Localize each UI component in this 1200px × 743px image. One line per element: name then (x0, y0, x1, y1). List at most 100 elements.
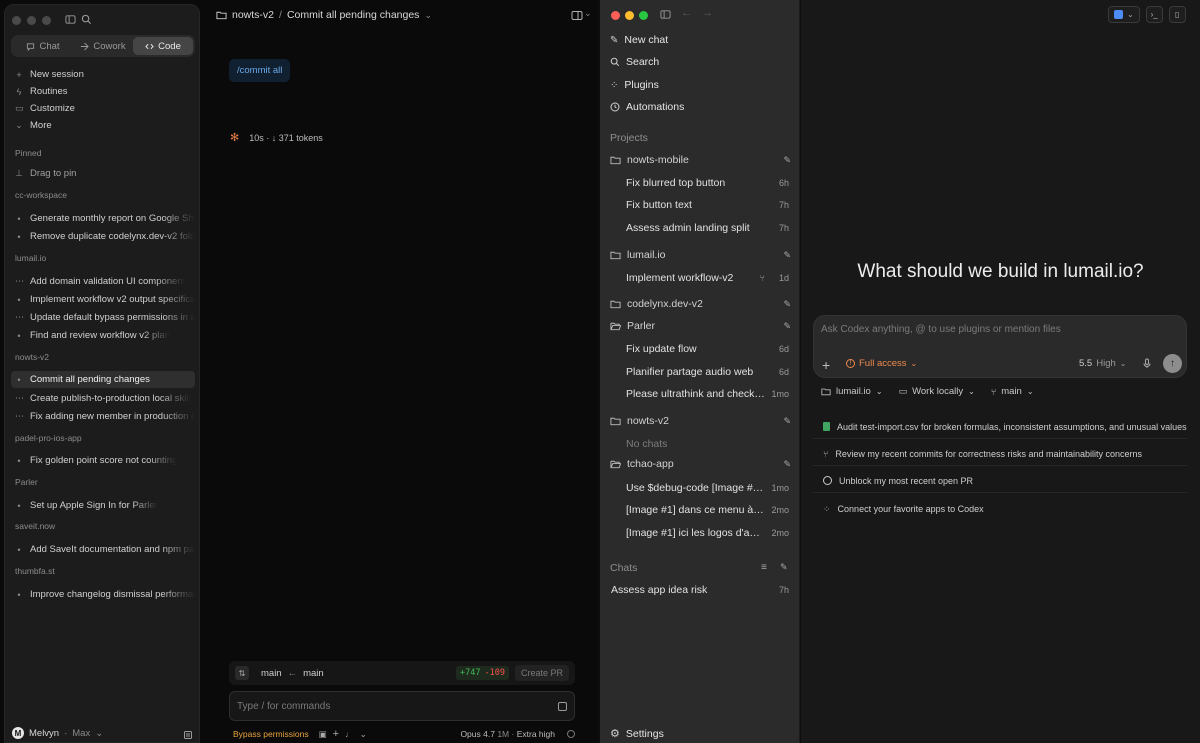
session-item[interactable]: ⋯ Create publish-to-production local skil… (11, 390, 195, 407)
sidebar-toggle-icon[interactable] (660, 8, 671, 20)
plan-label: Max (72, 727, 91, 739)
plus-icon[interactable]: + (333, 728, 339, 740)
session-item[interactable]: • Find and review workflow v2 plan (11, 327, 195, 344)
project-nowts-mobile[interactable]: nowts-mobile ✎ (610, 154, 791, 166)
session-item[interactable]: • Improve changelog dismissal performance (11, 586, 195, 603)
project-name: nowts-v2 (232, 9, 275, 21)
window-minimize-button[interactable] (625, 11, 634, 20)
running-icon: ⋯ (15, 393, 24, 403)
new-chat-in-project-icon[interactable]: ✎ (783, 155, 791, 166)
new-chat-in-project-icon[interactable]: ✎ (783, 416, 791, 427)
search-button[interactable]: Search (610, 56, 659, 68)
chat-item[interactable]: Fix update flow 6d (626, 343, 789, 355)
tab-code[interactable]: Code (133, 37, 193, 55)
new-chat-in-project-icon[interactable]: ✎ (783, 250, 791, 261)
git-branch-icon: ⑂ (823, 448, 829, 459)
new-chat-in-project-icon[interactable]: ✎ (783, 299, 791, 310)
user-menu[interactable]: M Melvyn · Max ⌄ (12, 727, 103, 739)
context-size: 1M (497, 729, 510, 739)
session-item[interactable]: • Fix golden point score not counting (11, 452, 195, 469)
chat-item[interactable]: Please ultrathink and check the code1mo (626, 388, 789, 400)
session-item[interactable]: • Implement workflow v2 output specificat… (11, 291, 195, 308)
new-chat-icon[interactable]: ✎ (780, 562, 788, 573)
plugins-button[interactable]: ⁘ Plugins (610, 79, 659, 91)
session-item[interactable]: ⋯ Add domain validation UI component (11, 273, 195, 290)
session-item[interactable]: • Set up Apple Sign In for Parler (11, 497, 195, 514)
forward-arrow-icon[interactable]: → (702, 7, 713, 19)
app-switcher-button[interactable]: ⌄ (1108, 6, 1140, 23)
more-button[interactable]: ⌄ More (11, 117, 195, 134)
back-arrow-icon[interactable]: ← (681, 7, 692, 19)
create-pr-button[interactable]: Create PR (514, 665, 569, 681)
send-button[interactable]: ↑ (1163, 354, 1182, 373)
mic-icon[interactable] (1142, 357, 1152, 369)
suggestion-item[interactable]: ⑂ Review my recent commits for correctne… (813, 442, 1187, 466)
panel-toggle-icon[interactable] (571, 9, 583, 21)
chat-item[interactable]: [Image #1] ici les logos d'apps 2mo (626, 527, 789, 539)
window-close-button[interactable] (611, 11, 620, 20)
customize-button[interactable]: ▭ Customize (11, 100, 195, 117)
window-zoom-button[interactable] (42, 16, 51, 25)
suggestion-item[interactable]: Unblock my most recent open PR (813, 469, 1187, 493)
access-level-dropdown[interactable]: ! Full access ⌄ (846, 358, 917, 369)
project-selector[interactable]: lumail.io ⌄ (821, 386, 883, 397)
window-minimize-button[interactable] (27, 16, 36, 25)
permission-mode-button[interactable]: Bypass permissions (233, 729, 309, 739)
prompt-placeholder[interactable]: Ask Codex anything, @ to use plugins or … (821, 324, 1061, 335)
suggestion-item[interactable]: Audit test-import.csv for broken formula… (813, 415, 1187, 439)
left-sidebar: Chat Cowork Code + New session ϟ Routines … (4, 4, 200, 743)
suggestion-item[interactable]: ⁘ Connect your favorite apps to Codex (813, 497, 1187, 521)
new-chat-in-project-icon[interactable]: ✎ (783, 459, 791, 470)
project-tchao-app[interactable]: tchao-app ✎ (610, 458, 791, 470)
context-icon[interactable]: ▣ (319, 729, 327, 740)
new-chat-button[interactable]: ✎ New chat (610, 34, 668, 46)
chat-item[interactable]: Assess app idea risk 7h (611, 584, 789, 596)
filter-icon[interactable]: ≡ (761, 562, 767, 573)
window-zoom-button[interactable] (639, 11, 648, 20)
attach-plus-icon[interactable]: + (822, 357, 830, 373)
chat-item[interactable]: Fix button text 7h (626, 199, 789, 211)
folder-icon (610, 417, 621, 426)
new-session-button[interactable]: + New session (11, 66, 195, 83)
chat-item[interactable]: Planifier partage audio web 6d (626, 366, 789, 378)
chat-item[interactable]: Implement workflow-v2 ⑂ 1d (626, 272, 789, 284)
project-nowts-v2[interactable]: nowts-v2 ✎ (610, 415, 791, 427)
automations-button[interactable]: Automations (610, 101, 684, 113)
stop-icon[interactable] (558, 701, 567, 711)
branch-selector[interactable]: ⑂ main ⌄ (991, 386, 1034, 397)
session-item[interactable]: ⋯ Fix adding new member in production db (11, 408, 195, 425)
project-codelynx[interactable]: codelynx.dev-v2 ✎ (610, 298, 791, 310)
session-item-active[interactable]: • Commit all pending changes (11, 371, 195, 388)
mic-icon[interactable]: ♩ (345, 729, 354, 739)
chat-item[interactable]: Assess admin landing split 7h (626, 222, 789, 234)
session-item[interactable]: • Generate monthly report on Google Sheet… (11, 210, 195, 227)
search-icon[interactable] (81, 13, 92, 25)
chat-item[interactable]: Fix blurred top button 6h (626, 177, 789, 189)
session-item[interactable]: •Add SaveIt documentation and npm packag… (11, 541, 195, 558)
chat-item[interactable]: Use $debug-code [Image #1] to fix1mo (626, 482, 789, 494)
chevron-down-icon[interactable]: ⌄ (584, 8, 592, 19)
routines-button[interactable]: ϟ Routines (11, 83, 195, 100)
project-parler[interactable]: Parler ✎ (610, 320, 791, 332)
session-title[interactable]: nowts-v2 / Commit all pending changes ⌄ (216, 9, 432, 21)
session-item[interactable]: ⋯ Update default bypass permissions in ap… (11, 309, 195, 326)
chat-item[interactable]: [Image #1] dans ce menu à droite2mo (626, 504, 789, 516)
plus-icon: + (16, 69, 22, 80)
tab-chat[interactable]: Chat (13, 37, 73, 55)
settings-button[interactable]: ⚙ Settings (610, 727, 664, 741)
command-input[interactable]: Type / for commands (229, 691, 575, 721)
location-selector[interactable]: ▭ Work locally ⌄ (899, 386, 975, 397)
model-selector[interactable]: Opus 4.7 1M · Extra high (460, 729, 555, 739)
panel-toggle-button[interactable]: ▯ (1168, 6, 1186, 23)
chats-heading: Chats (610, 562, 638, 574)
project-lumail[interactable]: lumail.io ✎ (610, 249, 791, 261)
window-close-button[interactable] (12, 16, 21, 25)
sidebar-toggle-icon[interactable] (65, 13, 76, 25)
terminal-button[interactable]: ›_ (1145, 6, 1163, 23)
chevron-down-icon[interactable]: ⌄ (360, 729, 367, 740)
new-chat-in-project-icon[interactable]: ✎ (783, 321, 791, 332)
tab-cowork[interactable]: Cowork (73, 37, 133, 55)
session-item[interactable]: • Remove duplicate codelynx.dev-v2 folder (11, 228, 195, 245)
model-dropdown[interactable]: 5.5 High ⌄ (1079, 358, 1126, 369)
archive-icon[interactable] (183, 729, 193, 741)
